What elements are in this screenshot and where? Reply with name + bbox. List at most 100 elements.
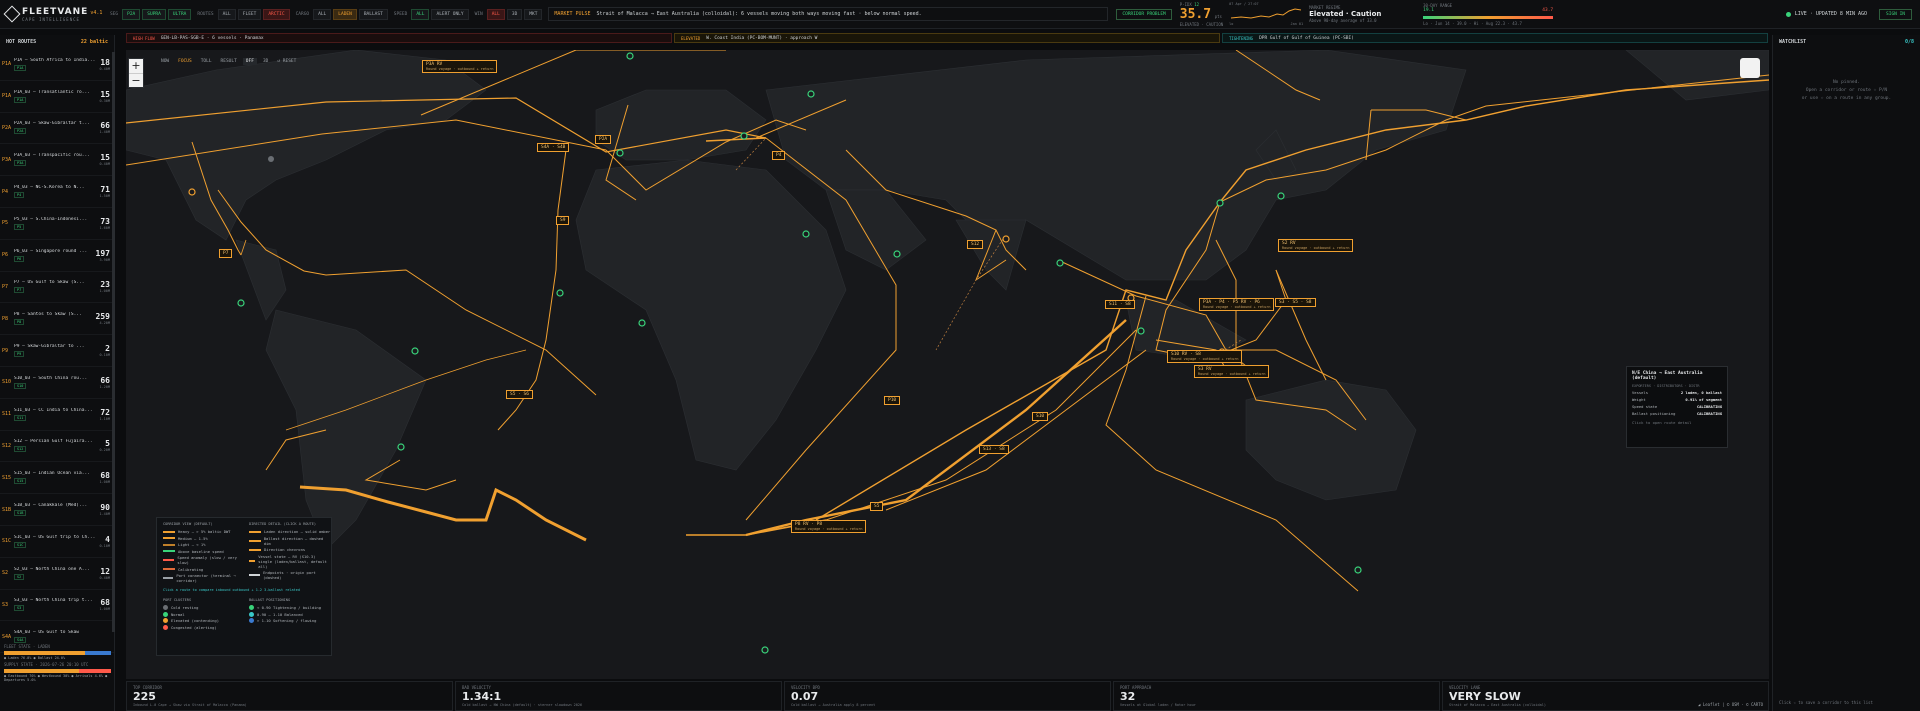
route-row[interactable]: S2 S2_03 — North China one A... S2 12 0.40M xyxy=(0,558,114,590)
metric-card[interactable]: PORT APPROACH 32 Vessels at Global laden /… xyxy=(1113,681,1440,711)
map-route-label[interactable]: S4A · S4B xyxy=(537,143,570,152)
map-route-label[interactable]: S12 xyxy=(967,240,984,249)
route-name: P3A_03 — Transpacific rou... xyxy=(14,153,90,159)
route-row[interactable]: P7 P7 — US Gulf to Skaw (S... P7 23 1.00M xyxy=(0,272,114,304)
map-route-label[interactable]: S5 xyxy=(870,502,884,511)
map-control-5[interactable]: 3D xyxy=(260,58,271,65)
route-tag: P5 xyxy=(14,223,25,230)
route-count: 18 xyxy=(100,57,110,67)
legend-ports: PORT CLUSTERS Cold resting Normal Elevated… xyxy=(163,598,247,631)
legend-ballast-title: BALLAST POSITIONING xyxy=(249,598,291,602)
filter-chip[interactable]: ALL xyxy=(313,8,332,20)
map-control-4[interactable]: OFF xyxy=(242,58,257,65)
map-route-label[interactable]: P8 RV · P8 Round voyage · outbound + retu… xyxy=(791,520,867,533)
alert-item[interactable]: HIGH FLOW GEN-LB-PAS-SGB-E · 6 vessels · … xyxy=(126,33,672,43)
map-route-label[interactable]: S10 xyxy=(1032,412,1049,421)
map-control-0[interactable]: NOW xyxy=(158,58,172,65)
route-row[interactable]: S1C S1C_03 — US Gulf trip to Ch... S1C 4 0.1… xyxy=(0,526,114,558)
map-route-label[interactable]: S3 RV Round voyage · outbound + return xyxy=(1194,365,1270,378)
route-row[interactable]: S3 S3_03 — North China trip t... S3 68 1.00M xyxy=(0,590,114,622)
map-route-label-title: P10 xyxy=(888,398,897,403)
filter-chip[interactable]: ALL xyxy=(486,8,505,20)
route-row[interactable]: P9 P9 — Skaw-Gibraltar to ... P9 2 0.10M xyxy=(0,335,114,367)
route-row[interactable]: P4 P4_03 — NC-S.Korea to N... P4 71 1.50M xyxy=(0,176,114,208)
route-dwt: 1.10M xyxy=(99,416,110,421)
map-route-label-sub: Round voyage · outbound + return xyxy=(426,67,494,71)
map-route-label[interactable]: S11 · S8 xyxy=(1105,300,1135,309)
corridor-problem-button[interactable]: CORRIDOR PROBLEM xyxy=(1116,8,1172,20)
filter-chip[interactable]: 3D xyxy=(506,8,523,20)
route-row[interactable]: S1B S1B_03 — Canakkale (Med)... S1B 90 1.40M xyxy=(0,494,114,526)
filter-chip[interactable]: ULTRA xyxy=(167,8,192,20)
map-route-label[interactable]: S10 RV · S8 Round voyage · outbound + ret… xyxy=(1167,350,1243,363)
map-route-label[interactable]: P10 xyxy=(884,396,901,405)
route-row[interactable]: P3A P3A_03 — Transpacific rou... P3A 15 0.40… xyxy=(0,144,114,177)
filter-chip[interactable]: FLEET xyxy=(237,8,262,20)
map-route-label[interactable]: S3 · S5 · S8 xyxy=(1275,298,1316,307)
route-name: S1B_03 — Canakkale (Med)... xyxy=(14,503,88,509)
filter-chip[interactable]: BALLAST xyxy=(358,8,388,20)
map-route-label[interactable]: P3A · P4 · P5 RV · P6 Round voyage · outb… xyxy=(1199,298,1275,311)
filter-chip[interactable]: ALL xyxy=(217,8,236,20)
metric-card[interactable]: BAD VELOCITY 1.34:1 Cold ballast → NW Chin… xyxy=(455,681,782,711)
alert-item[interactable]: TIGHTENING DPR Gulf of Gulf of Guinea (PC… xyxy=(1222,33,1768,43)
map-route-label[interactable]: P7 xyxy=(219,249,233,258)
map-control-1[interactable]: FOCUS xyxy=(175,58,195,65)
map-route-label[interactable]: S5 · S6 xyxy=(506,390,533,399)
route-name: S1C_03 — US Gulf trip to Ch... xyxy=(14,534,96,540)
route-row[interactable]: P2A P2A_03 — Skaw-Gibraltar t... P2A 66 1.40… xyxy=(0,113,114,145)
map-route-label[interactable]: P2A xyxy=(595,135,612,144)
map-route-label[interactable]: S13 · S8 xyxy=(979,445,1009,454)
filter-chip[interactable]: ALERT ONLY xyxy=(431,8,469,20)
zoom-in-button[interactable]: + xyxy=(129,59,143,73)
route-row[interactable]: P1A P1A_03 — Transatlantic ro... P1A 15 0.30… xyxy=(0,81,114,113)
market-regime: MARKET REGIME Elevated · Caution Above 9… xyxy=(1309,5,1417,23)
alert-item[interactable]: ELEVATED W. Coast India (PC-BOM-MUNT) · a… xyxy=(674,33,1220,43)
map-route-label[interactable]: P3A RV Round voyage · outbound + return xyxy=(422,60,498,73)
route-dwt: 0.40M xyxy=(99,162,110,167)
filter-chip[interactable]: P2A xyxy=(122,8,141,20)
map-route-label[interactable]: S2 RV Round voyage · outbound + return xyxy=(1278,239,1354,252)
metric-card[interactable]: TOP CORRIDOR 225 Inbound L-0 Cape → Skaw v… xyxy=(126,681,453,711)
legend-swatch xyxy=(249,530,261,533)
filter-chip[interactable]: MKT xyxy=(524,8,543,20)
legend-label: Congested (alerting) xyxy=(171,624,217,630)
route-row[interactable]: S15 S15_03 — Indian Ocean via... S15 68 1.00… xyxy=(0,462,114,495)
filter-chip[interactable]: SUPRA xyxy=(142,8,166,20)
tooltip-key: Speed state xyxy=(1632,404,1658,409)
index-sparkline: 07 Apr / 27:07 lo Jan 01 xyxy=(1229,2,1303,26)
route-tag: P1A xyxy=(14,96,27,103)
route-name: P6_03 — Singapore round ... xyxy=(14,248,88,254)
metric-card[interactable]: VELOCITY BPD 0.07 Cold ballast → Australia… xyxy=(784,681,1111,711)
regime-sub: Above 90-day average of 33.0 xyxy=(1309,18,1377,23)
route-row[interactable]: S12 S12 — Persian Gulf Fujaira... S12 5 0.20… xyxy=(0,431,114,463)
zoom-out-button[interactable]: − xyxy=(129,73,143,87)
route-row[interactable]: P1A P1A — South Africa to India... P1A 18 0.… xyxy=(0,49,114,81)
route-tag: P8 xyxy=(14,319,25,326)
sign-in-button[interactable]: SIGN IN xyxy=(1879,8,1912,20)
filter-chip[interactable]: LADEN xyxy=(333,8,357,20)
route-row[interactable]: P5 P5_03 — S.China-Indonesi... P5 73 1.60M xyxy=(0,208,114,240)
map-control-3[interactable]: RESULT xyxy=(218,58,240,65)
route-row[interactable]: P6 P6_03 — Singapore round ... P6 197 3.90M xyxy=(0,240,114,272)
sparkline-chart xyxy=(1231,8,1302,19)
map-attribution[interactable]: ◢ Leaflet | © OSM · © CARTO xyxy=(1698,702,1763,707)
map-route-label[interactable]: S9 xyxy=(556,216,570,225)
route-row[interactable]: P8 P8 — Santos to Skaw (S... P8 259 4.20M xyxy=(0,303,114,336)
route-row[interactable]: S10 S10_03 — South China rou... S10 66 1.20M xyxy=(0,367,114,399)
map-control-2[interactable]: TOLL xyxy=(198,58,215,65)
filter-chip[interactable]: ALL xyxy=(411,8,430,20)
legend-directed: DIRECTED DETAIL (CLICK A ROUTE) Laden di… xyxy=(249,522,331,582)
layers-icon[interactable] xyxy=(1740,58,1760,78)
map-route-label[interactable]: P4 xyxy=(772,151,786,160)
filter-chip[interactable]: ARCTIC xyxy=(263,8,290,20)
route-info: P4_03 — NC-S.Korea to N... P4 xyxy=(14,185,99,199)
supply-state-label: SUPPLY STATE · 2026-07-26 20:10 UTC xyxy=(4,662,89,667)
brand[interactable]: FLEETVANE v4.1 CAPE INTELLIGENCE xyxy=(0,5,110,23)
map-control-6[interactable]: ↺ RESET xyxy=(274,58,299,65)
route-tag: P4 xyxy=(14,192,25,199)
routes-scrollbar[interactable] xyxy=(112,52,115,632)
route-row[interactable]: S11 S11_03 — CC India to China... S11 72 1.1… xyxy=(0,399,114,431)
metric-card-sub: Cold ballast → NW China (default) · ster… xyxy=(462,703,583,707)
world-map[interactable]: P3A RV Round voyage · outbound + return P2… xyxy=(126,50,1769,679)
